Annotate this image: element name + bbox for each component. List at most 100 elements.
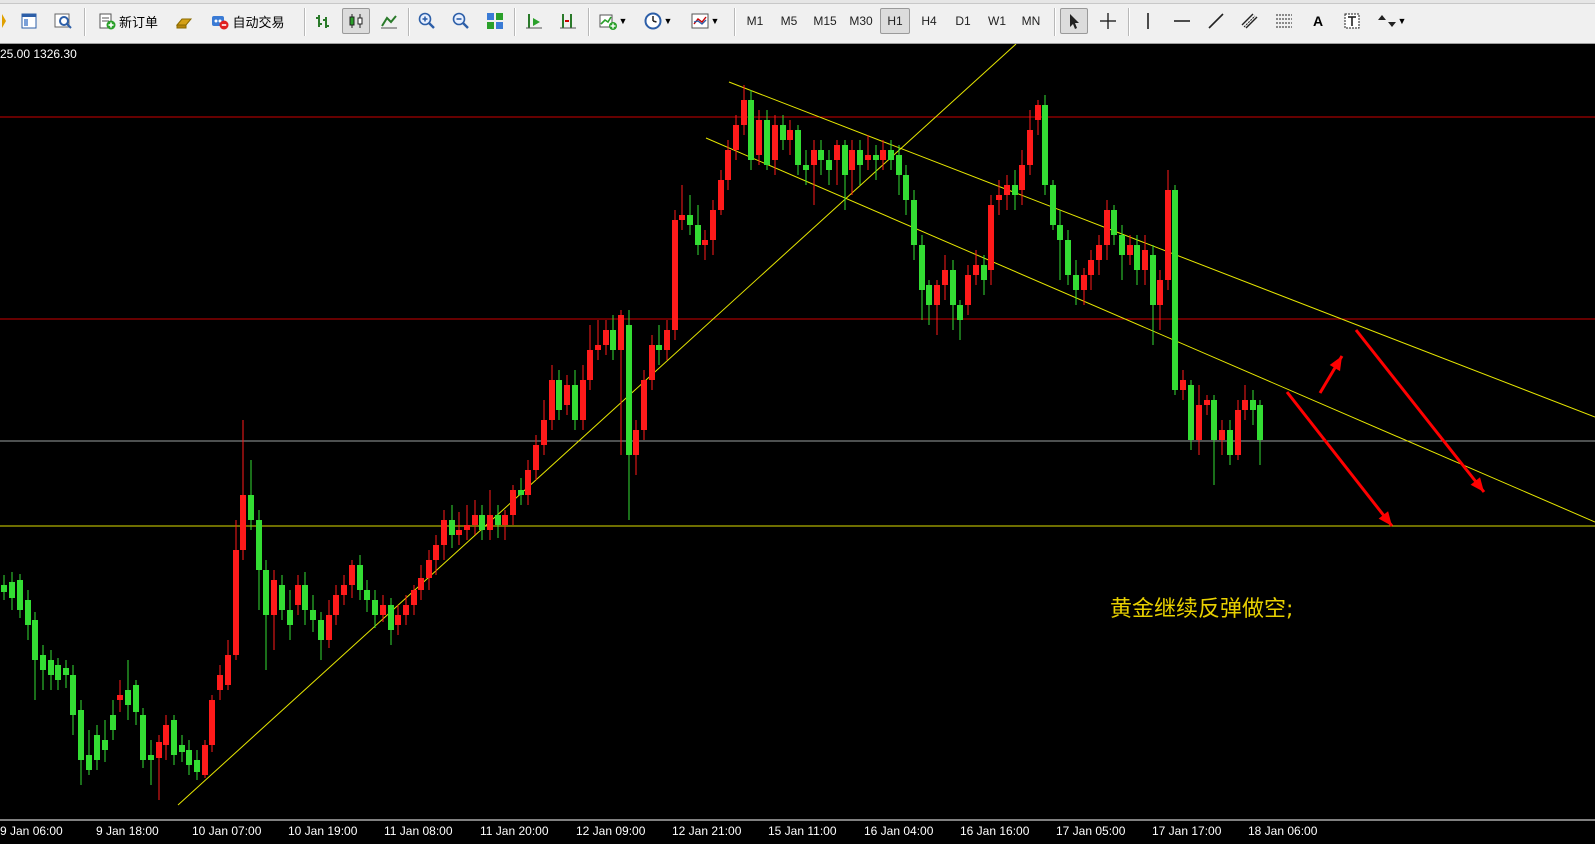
candle-body	[1235, 410, 1241, 455]
zoom-out-icon	[452, 12, 469, 29]
zoom-in-button[interactable]	[414, 8, 440, 34]
bar-chart-button[interactable]	[310, 8, 336, 34]
line-chart-icon	[381, 15, 397, 29]
candle-body	[411, 590, 417, 605]
candle-body	[888, 150, 894, 160]
timeframe-h1-button[interactable]: H1	[880, 8, 910, 34]
candle-body	[1204, 400, 1210, 405]
timeframe-mn-button[interactable]: MN	[1016, 8, 1046, 34]
candle-body	[857, 150, 863, 165]
candle-body	[772, 125, 778, 160]
candle-body	[133, 685, 139, 712]
terminal-button[interactable]	[50, 8, 76, 34]
tile-windows-button[interactable]	[482, 8, 508, 34]
candle-body	[202, 745, 208, 775]
periods-button[interactable]: ▼	[638, 8, 678, 34]
cursor-tool-button[interactable]	[1060, 8, 1088, 34]
candlestick-icon	[349, 14, 363, 28]
candle-body	[318, 620, 324, 640]
vertical-line-tool-button[interactable]	[1134, 8, 1162, 34]
text-tool-button[interactable]: A	[1304, 8, 1332, 34]
navigator-button[interactable]	[16, 8, 42, 34]
chart-annotation-text: 黄金继续反弹做空;	[1110, 597, 1294, 622]
candle-body	[1142, 250, 1148, 270]
arrows-icon	[1377, 15, 1396, 27]
candle-body	[433, 545, 439, 560]
candle-body	[233, 550, 239, 655]
candle-body	[1227, 430, 1233, 455]
candle-body	[456, 530, 462, 535]
star-icon[interactable]	[0, 8, 12, 34]
x-axis-label: 9 Jan 18:00	[96, 824, 159, 838]
candle-body	[171, 720, 177, 755]
timeframe-h4-button[interactable]: H4	[914, 8, 944, 34]
history-center-button[interactable]	[172, 8, 196, 34]
timeframe-m1-button[interactable]: M1	[740, 8, 770, 34]
trendline-tool-button[interactable]	[1202, 8, 1230, 34]
candle-body	[487, 515, 493, 530]
auto-scroll-button[interactable]	[520, 8, 548, 34]
candle-body	[564, 385, 570, 405]
x-axis-label: 18 Jan 06:00	[1248, 824, 1318, 838]
auto-trade-button[interactable]: 自动交易	[202, 8, 294, 34]
candle-body	[787, 130, 793, 140]
price-chart[interactable]	[0, 44, 1595, 844]
candle-body	[1035, 105, 1041, 120]
text-label-tool-button[interactable]	[1338, 8, 1366, 34]
candle-body	[618, 315, 624, 350]
x-axis-label: 17 Jan 17:00	[1152, 824, 1222, 838]
candle-body	[919, 245, 925, 290]
horizontal-line-tool-button[interactable]	[1168, 8, 1196, 34]
new-order-button[interactable]: 新订单	[90, 8, 166, 34]
candle-body	[780, 125, 786, 140]
candle-body	[279, 585, 285, 610]
candle-body	[626, 325, 632, 455]
candle-body	[518, 490, 524, 495]
candle-body	[1019, 165, 1025, 190]
candle-body	[310, 610, 316, 620]
candle-body	[1, 585, 7, 592]
candle-body	[1096, 245, 1102, 260]
timeframe-m5-button[interactable]: M5	[774, 8, 804, 34]
candle-body	[110, 715, 116, 730]
horizontal-line-icon	[1174, 20, 1190, 22]
x-axis-label: 16 Jan 16:00	[960, 824, 1030, 838]
line-chart-button[interactable]	[376, 8, 402, 34]
candle-body	[718, 180, 724, 210]
zoom-out-button[interactable]	[448, 8, 474, 34]
templates-icon	[691, 13, 709, 29]
candle-body	[380, 605, 386, 615]
candle-body	[248, 495, 254, 520]
templates-button[interactable]: ▼	[684, 8, 726, 34]
candle-body	[865, 155, 871, 160]
chart-canvas[interactable]	[0, 44, 1595, 844]
candle-body	[1157, 280, 1163, 305]
timeframe-m15-button[interactable]: M15	[808, 8, 842, 34]
x-axis-label: 10 Jan 07:00	[192, 824, 262, 838]
chevron-down-icon: ▼	[663, 16, 673, 26]
candle-body	[710, 210, 716, 240]
candle-body	[48, 660, 54, 675]
timeframe-w1-button[interactable]: W1	[982, 8, 1012, 34]
candle-body	[934, 285, 940, 305]
candle-body	[1065, 240, 1071, 275]
separator	[1054, 8, 1055, 36]
candle-body	[795, 130, 801, 165]
candle-body	[903, 175, 909, 200]
candle-body	[641, 380, 647, 430]
candle-body	[873, 155, 879, 160]
new-order-label: 新订单	[118, 14, 158, 30]
candle-body	[140, 715, 146, 760]
indicators-button[interactable]: ▼	[594, 8, 632, 34]
candle-body	[803, 165, 809, 170]
timeframe-m30-button[interactable]: M30	[844, 8, 878, 34]
crosshair-tool-button[interactable]	[1094, 8, 1122, 34]
candle-body	[441, 520, 447, 545]
candlestick-chart-button[interactable]	[342, 8, 370, 34]
timeframe-d1-button[interactable]: D1	[948, 8, 978, 34]
arrows-tool-button[interactable]: ▼	[1372, 8, 1412, 34]
chart-shift-button[interactable]	[554, 8, 582, 34]
clock-icon	[644, 12, 662, 30]
fibonacci-tool-button[interactable]	[1270, 8, 1298, 34]
channel-tool-button[interactable]	[1236, 8, 1264, 34]
